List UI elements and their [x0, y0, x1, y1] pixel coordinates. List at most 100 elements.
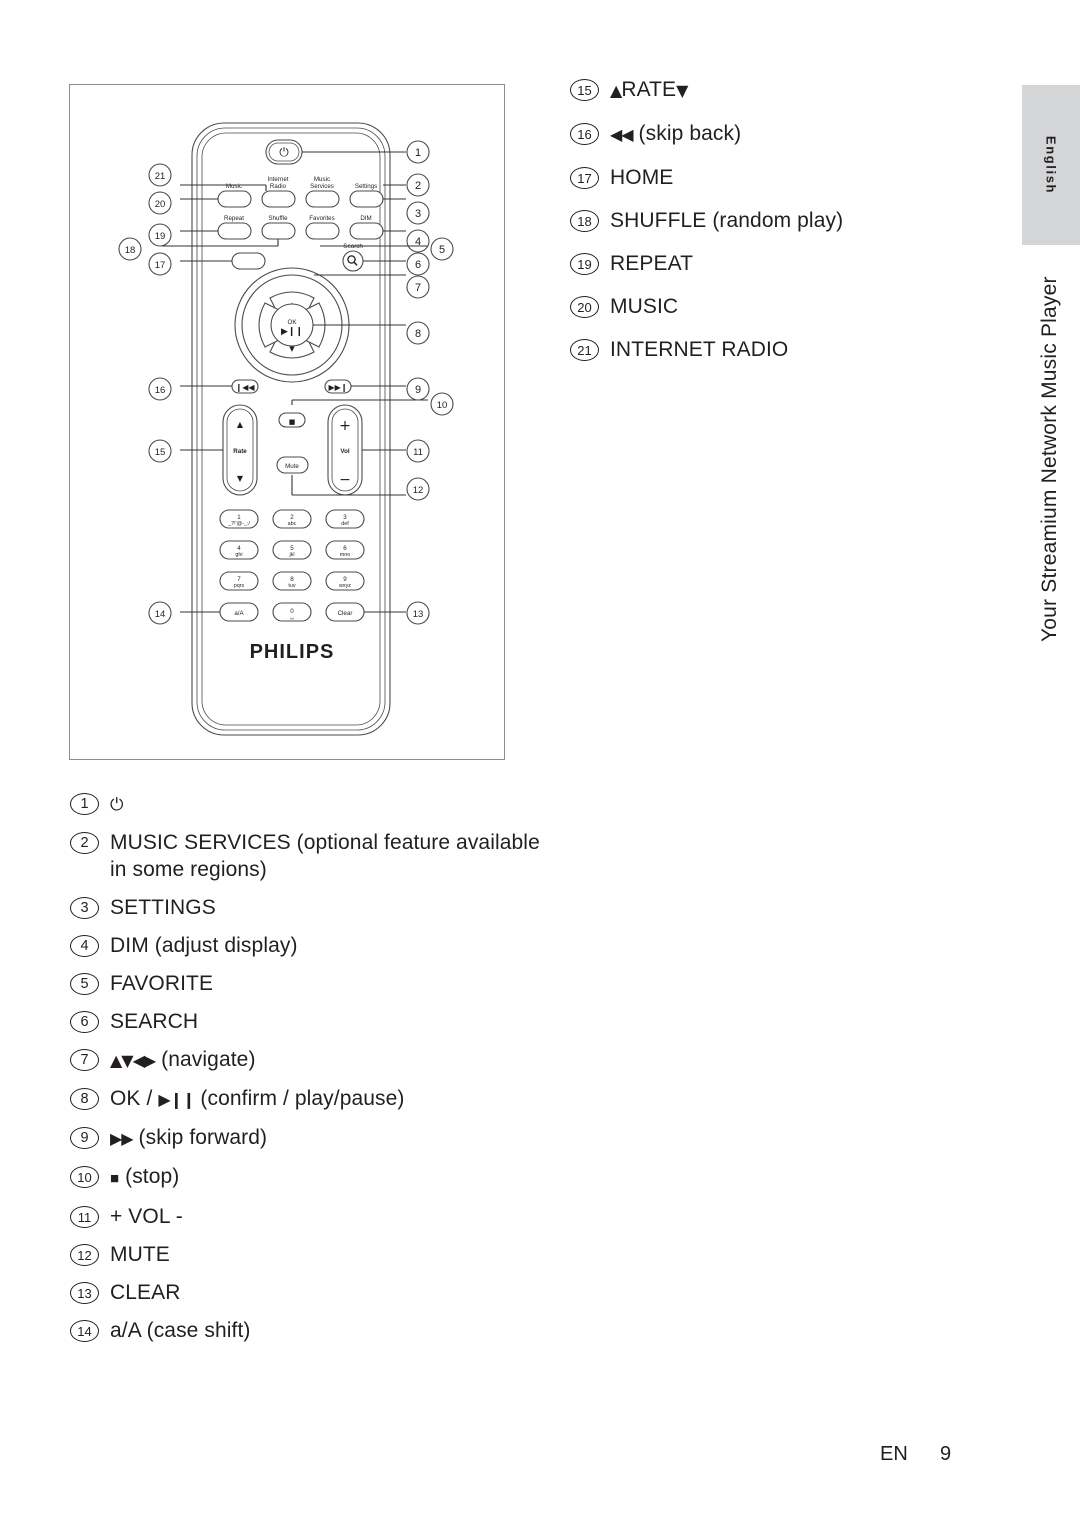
- svg-text:pqrs: pqrs: [234, 583, 245, 589]
- svg-text:15: 15: [155, 447, 166, 458]
- legend-item-label: ▶▶ (skip forward): [110, 1126, 268, 1149]
- svg-text:Vol: Vol: [340, 448, 349, 455]
- language-tab-label: English: [1043, 135, 1059, 195]
- svg-text:5: 5: [439, 244, 445, 256]
- legend-item: 18 SHUFFLE (random play): [570, 207, 990, 234]
- legend-list-right: 15 ▲RATE▼ 16 ◀◀ (skip back) 17 HOME 18 SHUFFLE …: [570, 76, 990, 379]
- svg-text:7: 7: [237, 576, 241, 583]
- svg-text:+: +: [339, 418, 351, 434]
- legend-item: 4 DIM (adjust display): [70, 932, 550, 959]
- svg-text:21: 21: [155, 171, 166, 182]
- legend-item-label: CLEAR: [110, 1281, 181, 1304]
- callout-9: 9: [406, 377, 430, 401]
- legend-item: 16 ◀◀ (skip back): [570, 120, 990, 148]
- legend-item: 2 MUSIC SERVICES (optional feature availa…: [70, 829, 550, 883]
- legend-item: 8 OK / ▶❙❙ (confirm / play/pause): [70, 1085, 550, 1113]
- legend-item: 6 SEARCH: [70, 1008, 550, 1035]
- svg-text:Favorites: Favorites: [309, 215, 334, 222]
- svg-text:Radio: Radio: [270, 183, 287, 190]
- legend-item: 1 ⏻: [70, 790, 550, 818]
- legend-item-number: 4: [70, 935, 99, 957]
- svg-text:jkl: jkl: [288, 552, 294, 558]
- footer-language-code: EN: [880, 1443, 908, 1465]
- legend-item-number: 10: [70, 1166, 99, 1188]
- svg-text:4: 4: [415, 236, 421, 248]
- callout-5: 5: [430, 237, 454, 261]
- svg-text:−: −: [339, 472, 351, 488]
- svg-text:9: 9: [343, 576, 347, 583]
- svg-text:ghi: ghi: [235, 552, 242, 558]
- legend-item-label: + VOL -: [110, 1205, 183, 1228]
- top-button-row-2: Repeat Shuffle Favorites DIM: [217, 215, 384, 240]
- legend-item-number: 13: [70, 1282, 99, 1304]
- callout-15: 15: [148, 439, 172, 463]
- svg-text:11: 11: [413, 447, 423, 458]
- callout-13: 13: [406, 601, 430, 625]
- section-title: Your Streamium Network Music Player: [1036, 262, 1064, 642]
- svg-text:4: 4: [237, 545, 241, 552]
- svg-text:■: ■: [289, 418, 296, 426]
- legend-item: 9 ▶▶ (skip forward): [70, 1124, 550, 1152]
- legend-item-number: 21: [570, 339, 599, 361]
- legend-item-label: ▲▼◀▶ (navigate): [110, 1048, 256, 1071]
- legend-item-label: SHUFFLE (random play): [610, 209, 844, 232]
- legend-item-number: 19: [570, 253, 599, 275]
- legend-item-label: INTERNET RADIO: [610, 338, 789, 361]
- home-and-search-row: Search: [231, 243, 364, 272]
- legend-item-number: 16: [570, 123, 599, 145]
- legend-item: 20 MUSIC: [570, 293, 990, 320]
- legend-item: 21 INTERNET RADIO: [570, 336, 990, 363]
- legend-item-label: MUSIC SERVICES (optional feature availab…: [110, 831, 540, 881]
- callout-17: 17: [148, 252, 172, 276]
- svg-text:16: 16: [155, 385, 166, 396]
- svg-text:_?!'@-_:/: _?!'@-_:/: [227, 521, 250, 527]
- callout-7: 7: [406, 275, 430, 299]
- legend-item-label: MUTE: [110, 1243, 170, 1266]
- svg-text:▲: ▲: [237, 420, 244, 429]
- stop-mute-buttons: ■ Mute: [276, 412, 309, 474]
- svg-text:Mute: Mute: [285, 463, 299, 470]
- legend-item: 11 + VOL -: [70, 1203, 550, 1230]
- legend-item-number: 5: [70, 973, 99, 995]
- rate-rocker: ▲ Rate ▼: [222, 404, 258, 496]
- legend-item-number: 18: [570, 210, 599, 232]
- legend-item-label: HOME: [610, 166, 674, 189]
- svg-text:␣: ␣: [290, 614, 293, 620]
- svg-text:a/A: a/A: [234, 610, 244, 617]
- svg-text:❙◀◀: ❙◀◀: [235, 383, 255, 392]
- svg-text:Rate: Rate: [233, 448, 247, 455]
- language-tab: English: [1022, 85, 1080, 245]
- remote-control-diagram: .ln { fill:none; stroke:#4b4b4b; stroke-…: [118, 122, 454, 736]
- svg-text:6: 6: [415, 259, 421, 271]
- svg-text:Settings: Settings: [355, 183, 377, 190]
- callout-2: 2: [406, 173, 430, 197]
- legend-item-number: 6: [70, 1011, 99, 1033]
- legend-item-label: a/A (case shift): [110, 1319, 251, 1342]
- legend-item-label: ■ (stop): [110, 1165, 180, 1188]
- keypad: 1 _?!'@-_:/ 2 abc 3 def 4 ghi 5 jkl 6 mn…: [219, 509, 365, 622]
- legend-item-number: 1: [70, 793, 99, 815]
- legend-item: 15 ▲RATE▼: [570, 76, 990, 104]
- remote-control-figure: .ln { fill:none; stroke:#4b4b4b; stroke-…: [69, 84, 505, 760]
- svg-text:Shuffle: Shuffle: [268, 215, 288, 222]
- svg-text:mno: mno: [340, 552, 351, 558]
- legend-item: 13 CLEAR: [70, 1279, 550, 1306]
- power-button-graphic: ⏻: [265, 139, 303, 165]
- svg-text:▶❙❙: ▶❙❙: [281, 327, 303, 337]
- svg-text:9: 9: [415, 384, 421, 396]
- callout-18: 18: [118, 237, 142, 261]
- svg-text:19: 19: [155, 231, 166, 242]
- svg-text:abc: abc: [288, 521, 297, 527]
- legend-item-number: 17: [570, 167, 599, 189]
- legend-item-number: 12: [70, 1244, 99, 1266]
- legend-item: 17 HOME: [570, 164, 990, 191]
- legend-item: 10 ■ (stop): [70, 1163, 550, 1192]
- svg-text:DIM: DIM: [360, 215, 371, 222]
- svg-text:Repeat: Repeat: [224, 215, 244, 222]
- legend-item-label: ◀◀ (skip back): [610, 122, 742, 145]
- svg-text:Music: Music: [226, 183, 242, 190]
- legend-item-label: OK / ▶❙❙ (confirm / play/pause): [110, 1087, 405, 1110]
- callout-16: 16: [148, 377, 172, 401]
- legend-item-number: 14: [70, 1320, 99, 1342]
- svg-text:▼: ▼: [237, 474, 244, 483]
